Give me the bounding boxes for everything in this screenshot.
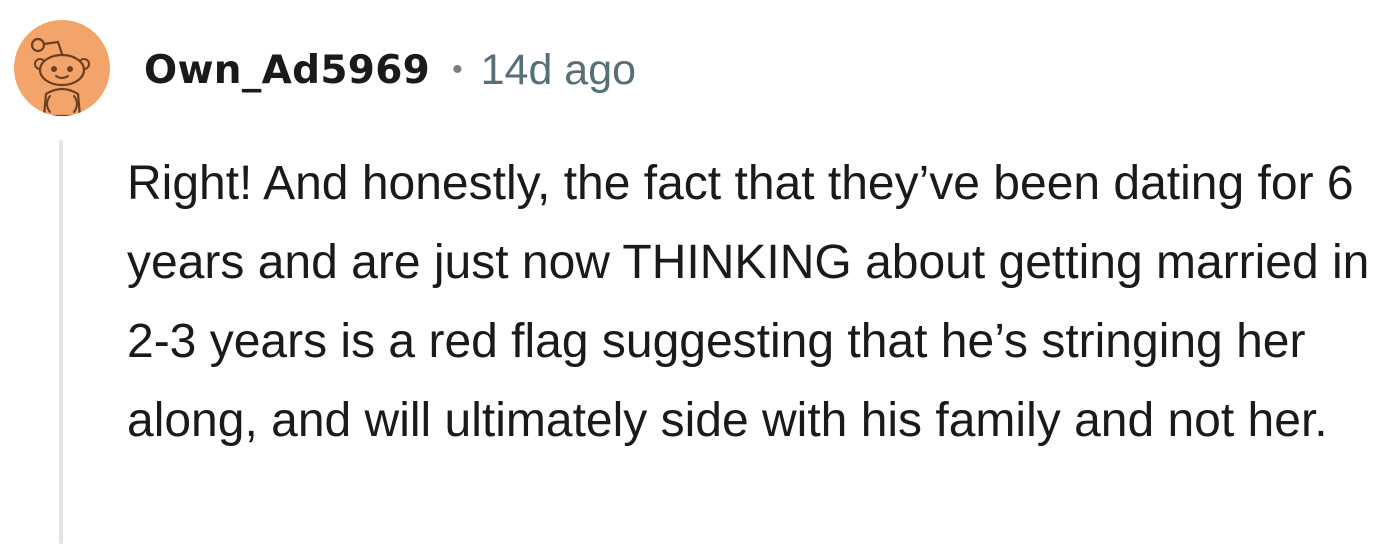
comment: Own_Ad5969 • 14d ago Right! And honestly… [0, 0, 1396, 544]
antenna-ball [30, 37, 46, 53]
antenna [42, 40, 64, 56]
username-link[interactable]: Own_Ad5969 [144, 48, 430, 93]
comment-body: Right! And honestly, the fact that they’… [127, 157, 1370, 447]
left-eye [51, 66, 57, 72]
comment-header: Own_Ad5969 • 14d ago [144, 44, 636, 96]
head [38, 53, 86, 87]
thread-collapse-line[interactable] [59, 140, 63, 544]
snoo-avatar-graphic [30, 37, 90, 116]
separator-dot: • [452, 53, 463, 86]
snoo-avatar-icon[interactable] [14, 20, 110, 116]
right-eye [67, 66, 73, 72]
timestamp-link[interactable]: 14d ago [481, 46, 636, 95]
